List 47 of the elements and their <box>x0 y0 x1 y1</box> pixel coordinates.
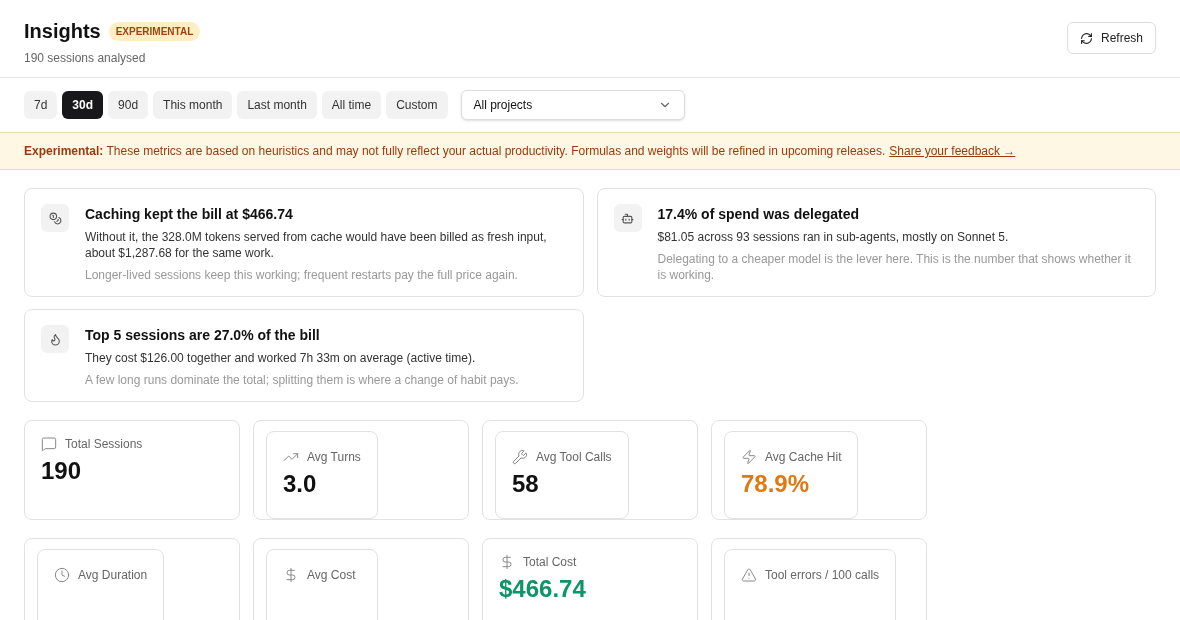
insight-note: A few long runs dominate the total; splitting them is where a change of habit pays. <box>85 372 519 388</box>
dollar-icon <box>499 554 515 570</box>
flame-icon <box>41 325 69 353</box>
range-tab[interactable]: This month <box>153 91 233 119</box>
stat-value: 78.9% <box>741 470 811 498</box>
stat-label: Avg Cache Hit <box>765 449 842 466</box>
warning-icon <box>741 567 757 583</box>
refresh-button[interactable]: Refresh <box>1066 22 1156 54</box>
range-tab[interactable]: Custom <box>386 91 448 119</box>
stat-value: $466.74 <box>499 575 587 603</box>
stat-value: 190 <box>41 457 83 485</box>
feedback-link[interactable]: Share your feedback → <box>889 142 1016 160</box>
stat-label: Tool errors / 100 calls <box>765 567 880 584</box>
insight-title: Top 5 sessions are 27.0% of the bill <box>85 326 321 345</box>
coins-icon <box>41 204 69 232</box>
banner-text: Experimental: These metrics are based on heuristics and may not fully reflect your actual productivity. Formulas and weights will be refined in upcoming releases. <box>24 143 886 160</box>
stat-label: Avg Tool Calls <box>536 449 612 466</box>
insight-title: Caching kept the bill at $466.74 <box>85 205 294 224</box>
insight-note: Delegating to a cheaper model is the lever here. This is the number that shows whether it is working. <box>657 251 1132 283</box>
page-title: Insights <box>24 19 101 44</box>
insight-title: 17.4% of spend was delegated <box>657 205 860 224</box>
stat-label: Total Cost <box>523 554 577 571</box>
refresh-icon <box>1079 31 1093 45</box>
range-tab[interactable]: 90d <box>108 91 149 119</box>
range-tab[interactable]: All time <box>321 91 382 119</box>
stat-label: Total Sessions <box>65 436 143 453</box>
range-tab[interactable]: 7d <box>24 91 58 119</box>
insight-note: Longer-lived sessions keep this working; frequent restarts pay the full price again. <box>85 267 519 283</box>
experimental-badge: EXPERIMENTAL <box>108 21 201 41</box>
insight-body: They cost $126.00 together and worked 7h 33m on average (active time). <box>85 350 477 366</box>
range-tab[interactable]: Last month <box>237 91 317 119</box>
stat-value: 3.0 <box>283 470 318 498</box>
clock-icon <box>54 567 70 583</box>
chat-icon <box>41 436 57 452</box>
stat-label: Avg Cost <box>307 567 356 584</box>
robot-icon <box>613 204 642 232</box>
stat-label: Avg Turns <box>307 449 361 466</box>
stat-label: Avg Duration <box>78 567 148 584</box>
dollar-icon <box>283 567 299 583</box>
range-tab[interactable]: 30d <box>62 91 104 119</box>
project-select[interactable]: All projects <box>460 90 685 120</box>
lightning-icon <box>741 449 757 465</box>
sessions-count: 190 sessions analysed <box>24 50 147 67</box>
insight-body: Without it, the 328.0M tokens served from cache would have been billed as fresh input, about $1,287.68 for the same work. <box>85 229 548 261</box>
insight-body: $81.05 across 93 sessions ran in sub-agents, mostly on Sonnet 5. <box>657 229 1010 245</box>
stat-value: 58 <box>512 470 540 498</box>
wrench-icon <box>512 449 528 465</box>
